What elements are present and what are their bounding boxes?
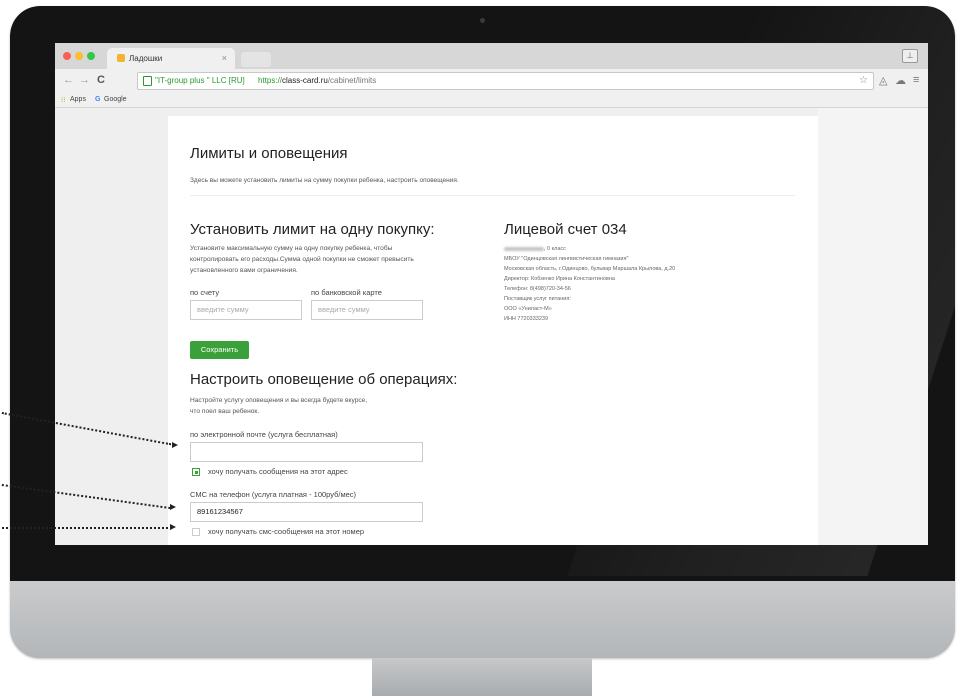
limits-page: Лимиты и оповещения Здесь вы можете уста… (168, 116, 818, 545)
card-limit-placeholder: введите сумму (318, 305, 370, 314)
student-line: , 0 класс (504, 246, 566, 252)
tab-ladoshki[interactable]: Ладошки × (107, 48, 235, 69)
tab-bar: Ладошки × ⊥ (55, 43, 928, 69)
sms-label: СМС на телефон (услуга платная - 100руб/… (190, 490, 357, 499)
url-protocol: https:// (258, 76, 283, 85)
browser-toolbar: ← → C "IT-group plus " LLC [RU] https://… (55, 69, 928, 93)
account-limit-input[interactable]: введите сумму (190, 300, 302, 320)
account-info-line: Директор: Кобзенко Ирина Константиновна (504, 276, 615, 282)
notify-heading: Настроить оповещение об операциях: (190, 371, 458, 388)
tab-title: Ладошки (129, 54, 163, 63)
sms-checkbox-label: хочу получать смс-сообщения на этот номе… (208, 527, 365, 536)
new-tab-button[interactable] (241, 52, 271, 67)
account-info-line: ООО «Униласт-М» (504, 306, 552, 312)
account-info-line: ИНН 7720333239 (504, 316, 549, 322)
redacted-name (504, 246, 544, 251)
close-window-button[interactable] (63, 52, 71, 60)
bookmark-apps[interactable]: Apps (70, 96, 86, 103)
account-heading: Лицевой счет 034 (504, 221, 627, 238)
arrow-email-icon (172, 442, 178, 448)
menu-icon[interactable]: ≡ (913, 74, 919, 86)
arrow-sms-checkbox-icon (170, 524, 176, 530)
apps-grid-icon: ⁝⁝ (61, 97, 66, 104)
notify-description-line: Настройте услугу оповещения и вы всегда … (190, 397, 368, 404)
page-title: Лимиты и оповещения (190, 145, 348, 162)
extension-icon[interactable]: ◬ (879, 74, 887, 87)
limit-description-line: установленного вами ограничения. (190, 267, 298, 274)
save-button[interactable]: Сохранить (190, 341, 249, 359)
arrow-sms-icon (170, 504, 176, 510)
limit-description-line: контролировать его расходы.Сумма одной п… (190, 256, 414, 263)
card-limit-input[interactable]: введите сумму (311, 300, 423, 320)
notify-description: Настройте услугу оповещения и вы всегда … (190, 395, 367, 417)
lock-icon (143, 76, 152, 86)
page-subtitle: Здесь вы можете установить лимиты на сум… (190, 177, 459, 184)
annotation-leader-sms-checkbox (2, 527, 172, 529)
camera (480, 18, 485, 23)
monitor-chin (10, 581, 955, 658)
maximize-window-button[interactable] (87, 52, 95, 60)
monitor-stand (372, 658, 592, 696)
email-notify-checkbox[interactable] (192, 468, 200, 476)
notify-description-line: что поел ваш ребенок. (190, 408, 260, 415)
account-limit-placeholder: введите сумму (197, 305, 249, 314)
tab-close-icon[interactable]: × (222, 53, 227, 63)
google-icon: G (95, 96, 101, 103)
ev-certificate-badge[interactable]: "IT-group plus " LLC [RU] (155, 73, 245, 89)
address-bar[interactable]: "IT-group plus " LLC [RU] https://class-… (137, 72, 874, 90)
limit-heading: Установить лимит на одну покупку: (190, 221, 435, 238)
forward-button[interactable]: → (79, 74, 90, 86)
page-viewport: Лимиты и оповещения Здесь вы можете уста… (55, 108, 928, 545)
email-checkbox-label: хочу получать сообщения на этот адрес (208, 467, 348, 476)
student-class: , 0 класс (544, 246, 566, 252)
account-info-line: Московская область, г.Одинцово, бульвар … (504, 266, 676, 272)
right-gutter (818, 108, 928, 545)
bookmarks-bar: ⁝⁝ Apps G Google (55, 93, 928, 108)
profile-icon[interactable]: ⊥ (902, 49, 918, 63)
url-text: https://class-card.ru/cabinet/limits (258, 73, 376, 89)
favicon-icon (117, 54, 125, 62)
card-limit-label: по банковской карте (311, 288, 382, 297)
reload-button[interactable]: C (97, 74, 105, 86)
account-info-line: МБОУ "Одинцовская лингвистическая гимназ… (504, 256, 629, 262)
url-host: class-card.ru (282, 76, 328, 85)
limit-description-line: Установите максимальную сумму на одну по… (190, 245, 393, 252)
account-info-line: Телефон: 8(498)720-34-56 (504, 286, 571, 292)
divider (190, 195, 795, 196)
account-info-line: Поставщик услуг питания: (504, 296, 571, 302)
limit-description: Установите максимальную сумму на одну по… (190, 243, 414, 276)
minimize-window-button[interactable] (75, 52, 83, 60)
account-limit-label: по счету (190, 288, 220, 297)
bookmark-google[interactable]: Google (104, 96, 127, 103)
sms-notify-checkbox[interactable] (192, 528, 200, 536)
back-button[interactable]: ← (63, 74, 74, 86)
star-bookmark-icon[interactable]: ☆ (859, 73, 868, 89)
browser-window: Ладошки × ⊥ ← → C "IT-group plus " LLC [… (55, 43, 928, 545)
extension-cloud-icon[interactable]: ☁ (895, 74, 906, 87)
imac-monitor: Ладошки × ⊥ ← → C "IT-group plus " LLC [… (10, 6, 955, 658)
email-label: по электронной почте (услуга бесплатная) (190, 430, 338, 439)
url-path: /cabinet/limits (327, 76, 377, 85)
sms-phone-input[interactable]: 89161234567 (190, 502, 423, 522)
email-input[interactable] (190, 442, 423, 462)
